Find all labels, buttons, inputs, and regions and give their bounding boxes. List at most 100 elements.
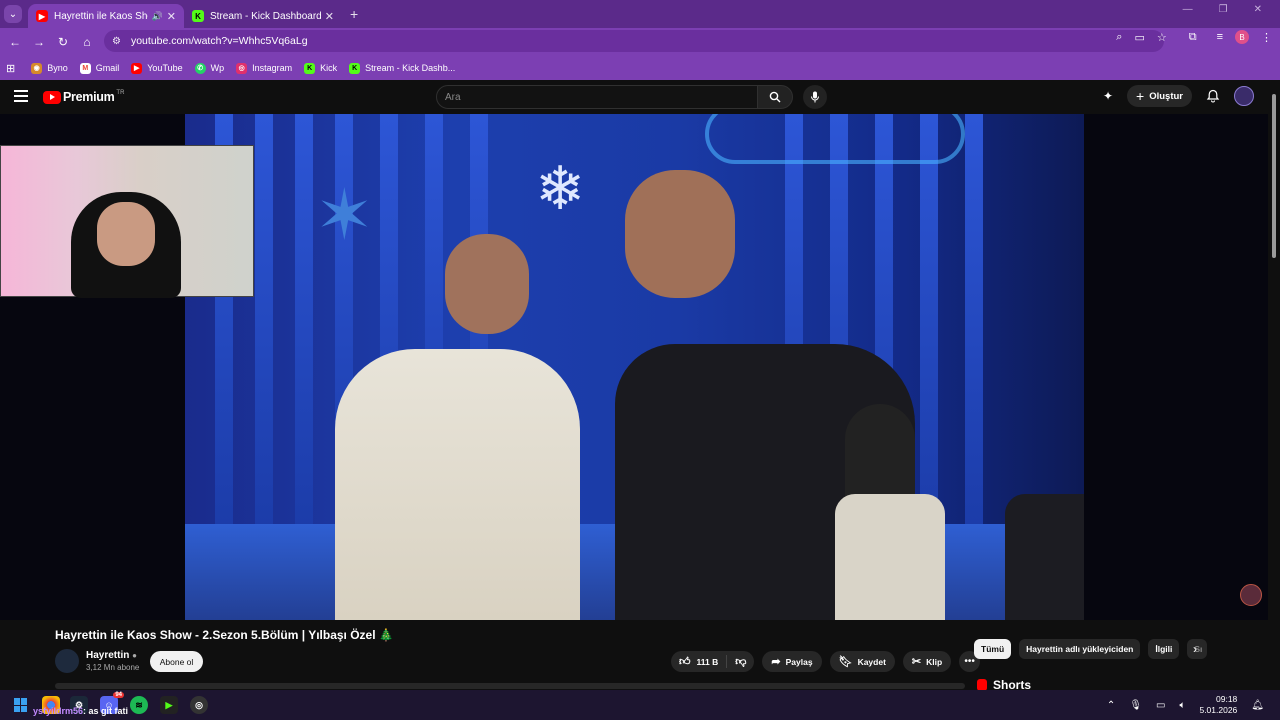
home-button[interactable]: ⌂ bbox=[76, 31, 98, 53]
subscribe-button[interactable]: Abone ol bbox=[150, 651, 203, 672]
like-dislike-group: 👍︎ 111 B 👎︎ bbox=[671, 651, 755, 672]
close-tab-icon[interactable]: ✕ bbox=[325, 10, 334, 23]
windows-taskbar: ⚙ ☺ 94 ≋ ▶ ◎ ⌃ 🎙︎ ▭ 🔈︎ 09:18 5.01.2026 🔔︎ bbox=[0, 690, 1280, 720]
bookmark-gmail[interactable]: M Gmail bbox=[79, 62, 120, 74]
clip-label: Klip bbox=[926, 656, 943, 667]
reload-button[interactable]: ↻ bbox=[52, 31, 74, 53]
new-tab-button[interactable]: + bbox=[350, 6, 358, 22]
bookmark-instagram[interactable]: ◎ Instagram bbox=[236, 62, 293, 74]
thumbs-up-icon: 👍︎ bbox=[679, 656, 691, 668]
kick-taskbar-icon[interactable]: ▶ bbox=[160, 696, 178, 714]
chip-from-uploader[interactable]: Hayrettin adlı yükleyiciden bbox=[1019, 639, 1141, 659]
search-input[interactable]: Ara bbox=[436, 85, 758, 109]
url-text: youtube.com/watch?v=Whhc5Vq6aLg bbox=[130, 35, 308, 47]
video-actions: 👍︎ 111 B 👎︎ ➦ Paylaş 🔖︎ Kaydet ✂ Klip ••• bbox=[671, 651, 981, 672]
notifications-tray-icon[interactable]: 🔔︎ bbox=[1251, 700, 1264, 711]
like-button[interactable]: 👍︎ 111 B bbox=[671, 655, 728, 668]
clip-button[interactable]: ✂ Klip bbox=[902, 651, 952, 672]
forward-button[interactable]: → bbox=[28, 31, 50, 53]
speaker-icon[interactable]: 🔊 bbox=[152, 11, 163, 22]
like-count: 111 B bbox=[696, 656, 719, 667]
reading-list-icon[interactable]: ≡ bbox=[1217, 31, 1223, 43]
bookmark-youtube[interactable]: ▶ YouTube bbox=[131, 62, 183, 74]
notifications-bell-icon[interactable] bbox=[1206, 89, 1220, 103]
channel-avatar[interactable] bbox=[55, 649, 79, 673]
window-controls: — ❐ ✕ bbox=[1183, 4, 1280, 15]
chip-all[interactable]: Tümü bbox=[974, 639, 1012, 659]
bookmark-kick-dashboard[interactable]: K Stream - Kick Dashb... bbox=[349, 62, 455, 74]
create-button[interactable]: + Oluştur bbox=[1127, 85, 1192, 107]
bookmark-byno[interactable]: ◉ Byno bbox=[31, 62, 68, 74]
search-button[interactable] bbox=[757, 85, 793, 109]
tab-youtube[interactable]: ▶ Hayrettin ile Kaos Show - 2 🔊 ✕ bbox=[28, 4, 184, 28]
chat-overlay-line: ysfyildrm56: as git fati bbox=[33, 706, 128, 716]
webcam-overlay bbox=[0, 145, 254, 298]
gemini-sparkle-icon[interactable]: ✦ bbox=[1103, 89, 1113, 103]
channel-name-text: Hayrettin bbox=[86, 650, 130, 661]
tray-chevron-icon[interactable]: ⌃ bbox=[1107, 700, 1115, 711]
volume-tray-icon[interactable]: 🔈︎ bbox=[1179, 700, 1185, 711]
bookmark-star-icon[interactable]: ☆ bbox=[1157, 31, 1167, 44]
site-info-icon[interactable]: ⚙ bbox=[112, 36, 121, 47]
logo-text: Premium bbox=[63, 90, 115, 104]
thumbs-down-icon: 👎︎ bbox=[735, 656, 747, 668]
back-button[interactable]: ← bbox=[4, 31, 26, 53]
description-box[interactable] bbox=[55, 683, 965, 689]
scrollbar-thumb[interactable] bbox=[1272, 94, 1276, 258]
verified-icon: ● bbox=[132, 651, 137, 660]
bookmark-label: Byno bbox=[47, 63, 68, 73]
clock[interactable]: 09:18 5.01.2026 bbox=[1199, 694, 1237, 716]
tab-kick[interactable]: K Stream - Kick Dashboard ✕ bbox=[184, 4, 342, 28]
windows-start-icon[interactable] bbox=[14, 698, 28, 712]
dislike-button[interactable]: 👎︎ bbox=[727, 655, 754, 668]
chat-username: ysfyildrm56 bbox=[33, 706, 84, 716]
address-bar[interactable]: ⚙ youtube.com/watch?v=Whhc5Vq6aLg bbox=[104, 30, 1164, 52]
maximize-button[interactable]: ❐ bbox=[1219, 4, 1228, 15]
chip-related[interactable]: İlgili bbox=[1148, 639, 1180, 659]
video-title: Hayrettin ile Kaos Show - 2.Sezon 5.Bölü… bbox=[55, 628, 394, 642]
extensions-icon[interactable]: ⧉ bbox=[1189, 31, 1197, 44]
channel-watermark-icon[interactable] bbox=[1240, 584, 1262, 606]
bookmark-whatsapp[interactable]: ✆ Wp bbox=[194, 62, 225, 74]
page-scrollbar[interactable] bbox=[1268, 80, 1280, 690]
chip-partial[interactable]: Sı bbox=[1187, 639, 1208, 659]
display-tray-icon[interactable]: ▭ bbox=[1156, 700, 1165, 711]
chat-message: : as git fati bbox=[83, 706, 129, 716]
cast-icon[interactable]: ▭ bbox=[1134, 31, 1144, 44]
minimize-button[interactable]: — bbox=[1183, 4, 1193, 15]
bookmark-label: Wp bbox=[210, 63, 225, 73]
close-window-button[interactable]: ✕ bbox=[1254, 4, 1262, 15]
youtube-logo[interactable]: Premium TR bbox=[43, 90, 124, 104]
apps-grid-icon[interactable]: ⊞ bbox=[6, 62, 15, 75]
save-button[interactable]: 🔖︎ Kaydet bbox=[829, 651, 895, 672]
profile-avatar[interactable]: B bbox=[1235, 30, 1249, 44]
chevron-right-icon[interactable]: › bbox=[1193, 642, 1197, 656]
toolbar: ← → ↻ ⌂ ⚙ youtube.com/watch?v=Whhc5Vq6aL… bbox=[0, 28, 1280, 56]
recording-taskbar-icon[interactable]: ◎ bbox=[190, 696, 208, 714]
video-player[interactable]: ❄ ✶ bbox=[0, 114, 1268, 620]
share-button[interactable]: ➦ Paylaş bbox=[762, 651, 822, 672]
tab-title: Stream - Kick Dashboard bbox=[210, 10, 321, 22]
hamburger-menu-icon[interactable] bbox=[14, 90, 28, 102]
bookmark-label: YouTube bbox=[147, 63, 183, 73]
close-tab-icon[interactable]: ✕ bbox=[167, 10, 176, 23]
spotify-taskbar-icon[interactable]: ≋ bbox=[130, 696, 148, 714]
channel-name[interactable]: Hayrettin ● bbox=[86, 650, 137, 661]
kick-icon: K bbox=[304, 62, 316, 74]
bookmark-kick[interactable]: K Kick bbox=[304, 62, 337, 74]
voice-search-button[interactable] bbox=[803, 85, 827, 109]
logo-region: TR bbox=[116, 90, 125, 96]
bookmark-label: Gmail bbox=[95, 63, 120, 73]
account-avatar[interactable] bbox=[1234, 86, 1254, 106]
zoom-icon[interactable]: ⌕ bbox=[1116, 31, 1122, 44]
youtube-header: Premium TR Ara ✦ + Oluştur bbox=[0, 80, 1280, 114]
time-text: 09:18 bbox=[1216, 694, 1238, 704]
menu-dots-icon[interactable]: ⋮ bbox=[1261, 31, 1272, 44]
bookmark-label: Instagram bbox=[252, 63, 293, 73]
whatsapp-icon: ✆ bbox=[194, 62, 206, 74]
browser-chrome: ⌄ ▶ Hayrettin ile Kaos Show - 2 🔊 ✕ K St… bbox=[0, 0, 1280, 80]
video-frame: ❄ ✶ bbox=[185, 114, 1084, 620]
microphone-tray-icon[interactable]: 🎙︎ bbox=[1129, 700, 1142, 711]
tab-search-button[interactable]: ⌄ bbox=[4, 5, 22, 23]
plus-icon: + bbox=[1136, 88, 1145, 104]
